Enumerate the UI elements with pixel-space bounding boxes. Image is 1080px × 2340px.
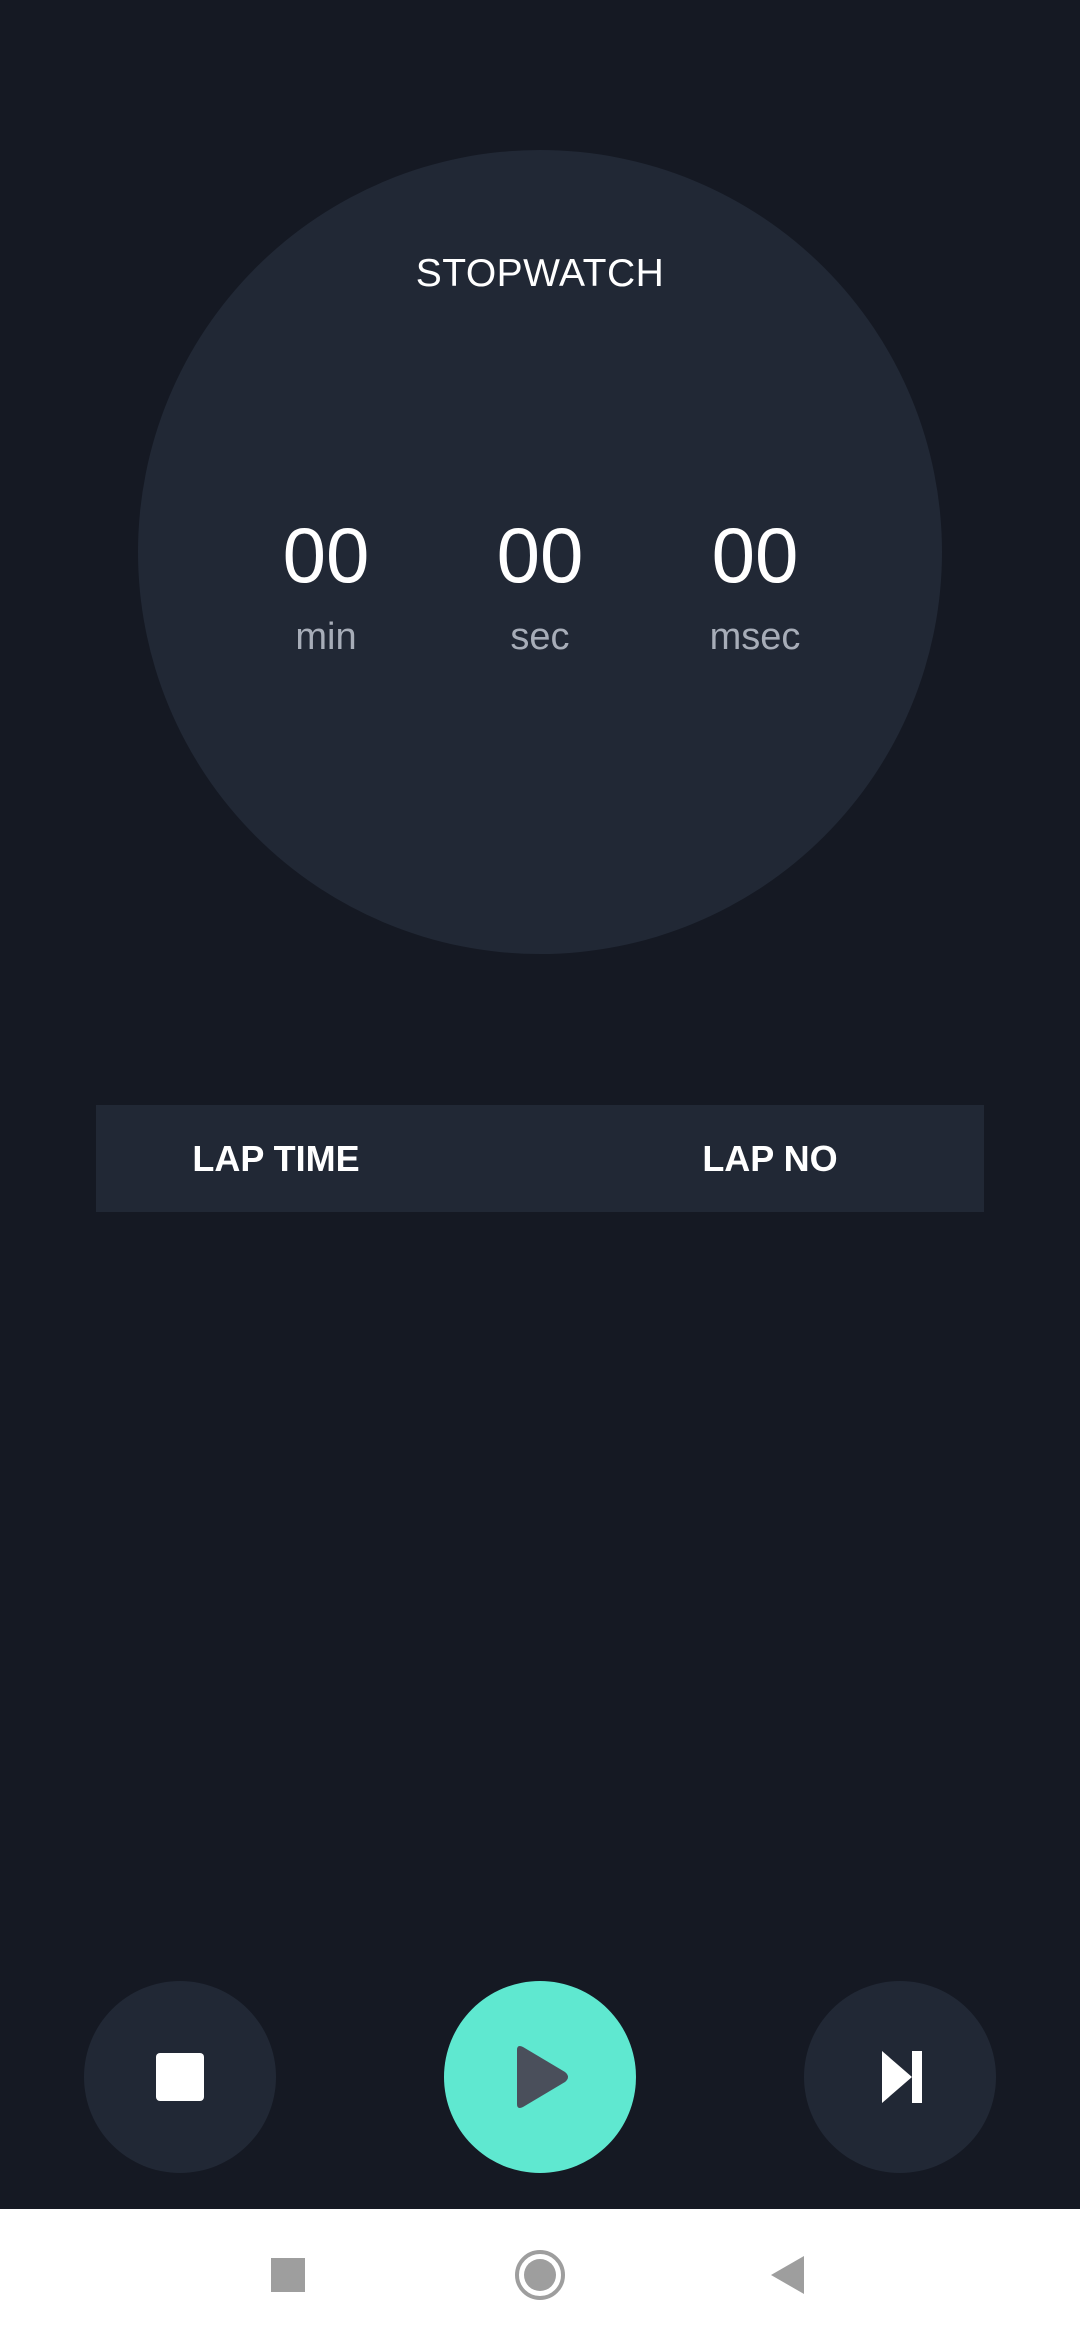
lap-time-column-header: LAP TIME <box>192 1138 360 1179</box>
seconds-value: 00 <box>496 511 584 599</box>
milliseconds-label: msec <box>709 616 801 658</box>
back-button[interactable] <box>738 2209 838 2340</box>
minutes-label: min <box>295 616 357 658</box>
minutes-display: 00 min <box>226 516 426 659</box>
stopwatch-screen: STOPWATCH 00 min 00 sec 00 msec LAP TIME… <box>0 0 1080 2340</box>
home-button[interactable] <box>490 2209 590 2340</box>
recents-button[interactable] <box>238 2209 338 2340</box>
milliseconds-value: 00 <box>711 511 799 599</box>
stop-icon <box>156 2053 204 2101</box>
stop-button[interactable] <box>84 1981 276 2173</box>
stopwatch-title: STOPWATCH <box>415 252 665 295</box>
triangle-back-icon <box>771 2256 804 2294</box>
skip-next-icon <box>882 2051 922 2103</box>
lap-number-column-header: LAP NO <box>702 1138 838 1179</box>
play-button[interactable] <box>444 1981 636 2173</box>
square-icon <box>271 2258 305 2292</box>
system-navigation-bar <box>0 2209 1080 2340</box>
play-icon <box>517 2046 568 2108</box>
minutes-value: 00 <box>282 511 370 599</box>
circle-icon <box>515 2250 565 2300</box>
lap-button[interactable] <box>804 1981 996 2173</box>
lap-table-header: LAP TIME LAP NO <box>96 1105 984 1212</box>
seconds-label: sec <box>510 616 570 658</box>
milliseconds-display: 00 msec <box>655 516 855 659</box>
seconds-display: 00 sec <box>440 516 640 659</box>
